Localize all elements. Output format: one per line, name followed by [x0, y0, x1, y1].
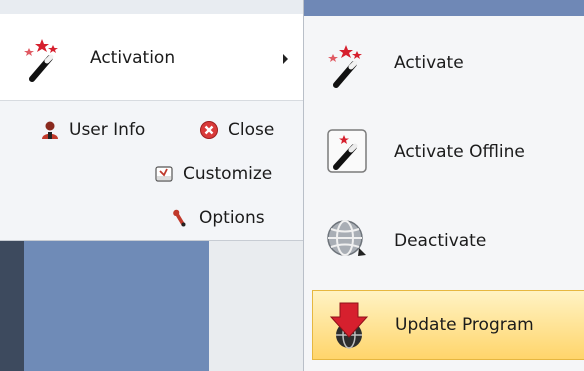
globe-icon	[324, 214, 372, 266]
screen: Activation User Info Close Customize Opt…	[0, 0, 584, 371]
activate-label: Activate	[394, 53, 464, 73]
customize-button[interactable]: Customize	[154, 164, 272, 184]
activation-label: Activation	[90, 48, 176, 68]
update-arrow-globe-icon	[325, 301, 373, 355]
deactivate-label: Deactivate	[394, 231, 487, 251]
offline-wand-icon	[324, 127, 372, 179]
user-info-button[interactable]: User Info	[40, 120, 145, 140]
close-label: Close	[228, 120, 275, 140]
submenu-item-update-program[interactable]: Update Program	[312, 290, 584, 360]
update-program-label: Update Program	[395, 315, 534, 335]
submenu-top-strip	[304, 0, 584, 16]
user-icon	[40, 120, 60, 140]
submenu-arrow-icon	[283, 54, 288, 64]
main-menu: Activation User Info Close Customize Opt…	[0, 14, 303, 241]
submenu-item-activate-offline[interactable]: Activate Offline	[304, 107, 584, 193]
menu-item-activation[interactable]: Activation	[0, 14, 303, 101]
app-side-strip	[0, 240, 24, 371]
submenu-item-deactivate[interactable]: Deactivate	[304, 194, 584, 280]
customize-icon	[154, 164, 174, 184]
close-circle-icon	[199, 120, 219, 140]
app-background-panel	[24, 240, 209, 371]
submenu-item-activate[interactable]: Activate	[304, 20, 584, 106]
close-button[interactable]: Close	[199, 120, 274, 140]
wrench-icon	[170, 208, 190, 228]
customize-label: Customize	[183, 164, 273, 184]
app-background-panel-light	[209, 240, 305, 371]
magic-wand-stars-icon	[20, 34, 68, 86]
activate-offline-label: Activate Offline	[394, 142, 525, 162]
magic-wand-stars-icon	[324, 40, 372, 92]
options-button[interactable]: Options	[170, 208, 265, 228]
options-label: Options	[199, 208, 265, 228]
user-info-label: User Info	[69, 120, 146, 140]
activation-submenu: Activate Activate Offline Deactivate Upd…	[303, 0, 584, 371]
